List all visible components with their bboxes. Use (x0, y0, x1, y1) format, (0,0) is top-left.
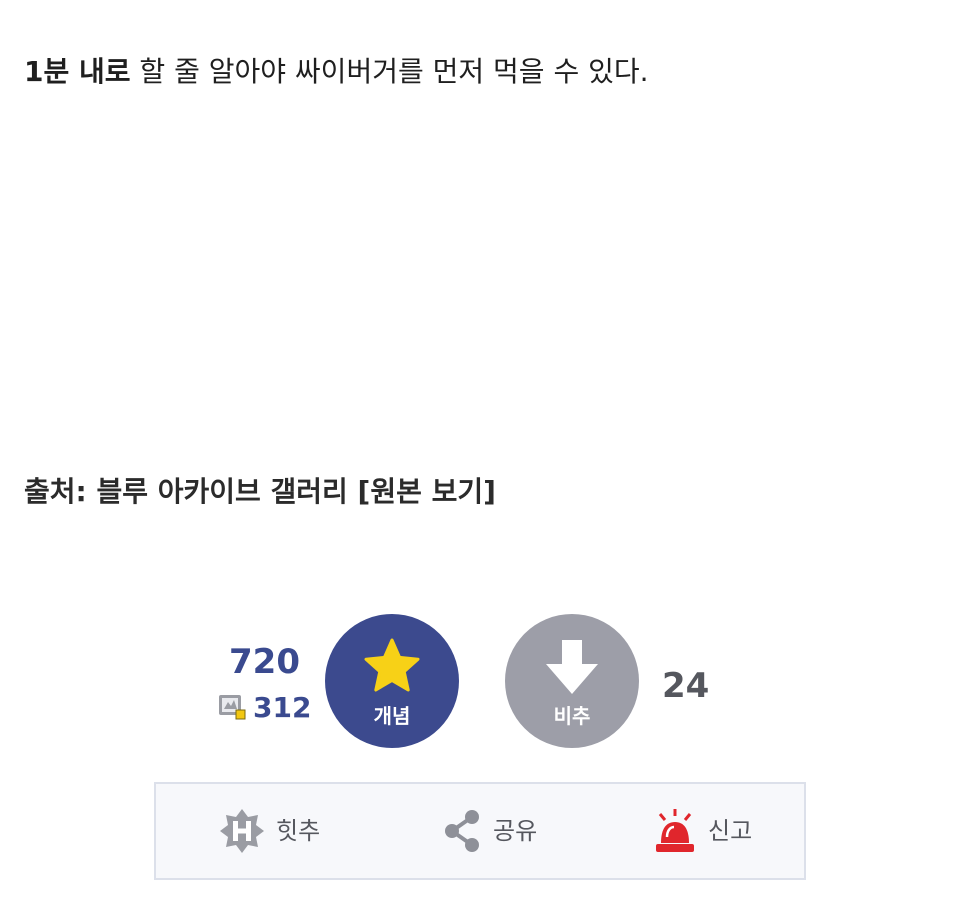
star-icon (364, 638, 420, 692)
hit-badge-icon (220, 809, 264, 853)
downvote-button[interactable]: 비추 (505, 614, 639, 748)
hit-button[interactable]: 힛추 (218, 784, 320, 878)
share-label: 공유 (493, 817, 538, 845)
downvote-label: 비추 (553, 704, 591, 728)
gonik-row: 312 (217, 690, 311, 726)
share-icon (445, 810, 479, 852)
gonik-count: 312 (253, 691, 312, 724)
upvote-label: 개념 (373, 704, 411, 728)
post-text-rest: 할 줄 알아야 싸이버거를 먼저 먹을 수 있다. (130, 55, 649, 88)
siren-icon (656, 809, 694, 852)
gonik-icon (217, 691, 247, 725)
post-text: 1분 내로 할 줄 알아야 싸이버거를 먼저 먹을 수 있다. (24, 52, 649, 92)
downvote-count: 24 (662, 666, 710, 706)
share-button[interactable]: 공유 (441, 784, 537, 878)
arrow-down-icon (546, 640, 598, 694)
hit-label: 힛추 (276, 817, 321, 845)
source-link[interactable]: 출처: 블루 아카이브 갤러리 [원본 보기] (24, 472, 496, 512)
post-text-bold: 1분 내로 (24, 55, 131, 88)
upvote-button[interactable]: 개념 (325, 614, 459, 748)
action-bar: 힛추 공유 신고 (154, 782, 806, 880)
vote-area: 720 312 개념 비추 24 (0, 614, 956, 754)
report-button[interactable]: 신고 (652, 784, 752, 878)
report-label: 신고 (708, 817, 753, 845)
upvote-count: 720 (229, 642, 300, 682)
